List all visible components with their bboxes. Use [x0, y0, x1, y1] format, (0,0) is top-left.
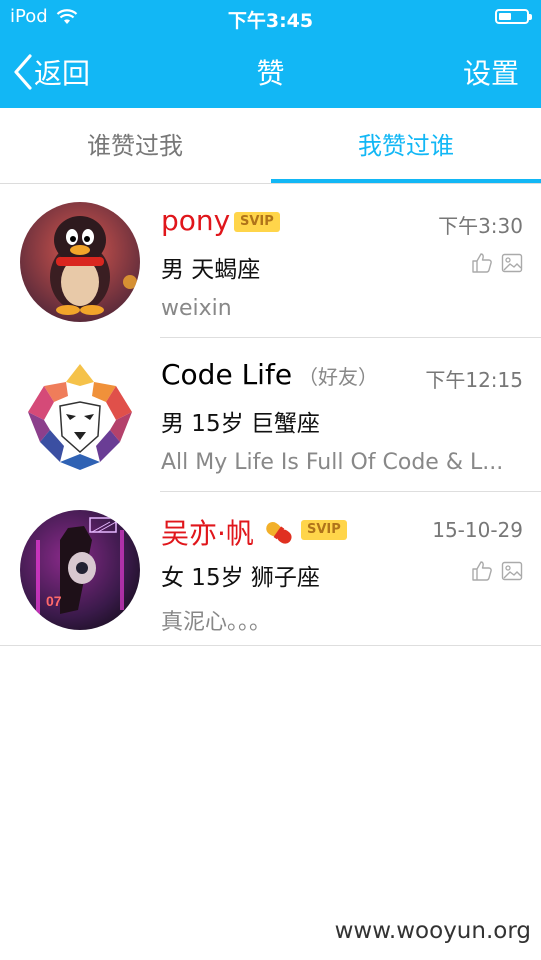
friend-tag: （好友）	[298, 365, 379, 389]
svg-text:07: 07	[46, 593, 62, 609]
page-title: 赞	[256, 57, 285, 90]
tab-active-indicator	[271, 179, 541, 183]
user-name: Code Life （好友）	[161, 358, 378, 391]
user-info: 男 15岁 巨蟹座	[161, 411, 320, 437]
nav-bar: 返回 赞 设置	[0, 34, 541, 108]
avatar	[20, 356, 140, 476]
watermark: www.wooyun.org	[334, 918, 531, 944]
svip-badge: SVIP	[301, 520, 347, 540]
user-name-text: Code Life	[161, 358, 293, 391]
image-icon	[501, 253, 523, 273]
user-info: 男 天蝎座	[161, 257, 261, 283]
user-signature: All My Life Is Full Of Code & L...	[161, 450, 504, 475]
list-item[interactable]: 07 吴亦·帆 SVIP 15-10-29 女 15岁 狮子座 真泥心。。。	[0, 492, 541, 646]
user-signature: 真泥心。。。	[161, 610, 272, 635]
thumbs-up-icon	[472, 253, 492, 273]
list-item[interactable]: Code Life （好友） 下午12:15 男 15岁 巨蟹座 All My L…	[0, 338, 541, 492]
user-signature: weixin	[161, 296, 232, 321]
avatar: 07	[20, 510, 140, 630]
battery-level	[499, 13, 512, 20]
list-item[interactable]: pony SVIP 下午3:30 男 天蝎座 weixin	[0, 184, 541, 338]
like-time: 下午3:30	[438, 214, 523, 238]
user-name: pony	[161, 204, 231, 237]
settings-button[interactable]: 设置	[463, 52, 519, 92]
like-time: 下午12:15	[425, 368, 523, 392]
item-icons	[471, 252, 523, 274]
status-bar: iPod 下午3:45	[0, 0, 541, 34]
user-name-text: 吴亦·帆	[161, 517, 254, 550]
thumbs-up-icon	[472, 561, 492, 581]
row-divider	[0, 645, 541, 646]
user-info: 女 15岁 狮子座	[161, 565, 320, 591]
status-time: 下午3:45	[227, 10, 314, 32]
item-icons	[471, 560, 523, 582]
svip-badge: SVIP	[234, 212, 280, 232]
avatar	[20, 202, 140, 322]
pill-icon	[266, 522, 292, 544]
image-icon	[501, 561, 523, 581]
battery-icon	[495, 9, 532, 24]
tab-i-liked[interactable]: 我赞过谁	[271, 108, 541, 184]
tab-bar: 谁赞过我 我赞过谁	[0, 108, 541, 184]
tab-liked-me[interactable]: 谁赞过我	[0, 108, 270, 184]
like-time: 15-10-29	[432, 518, 523, 542]
user-name: 吴亦·帆	[161, 512, 297, 552]
